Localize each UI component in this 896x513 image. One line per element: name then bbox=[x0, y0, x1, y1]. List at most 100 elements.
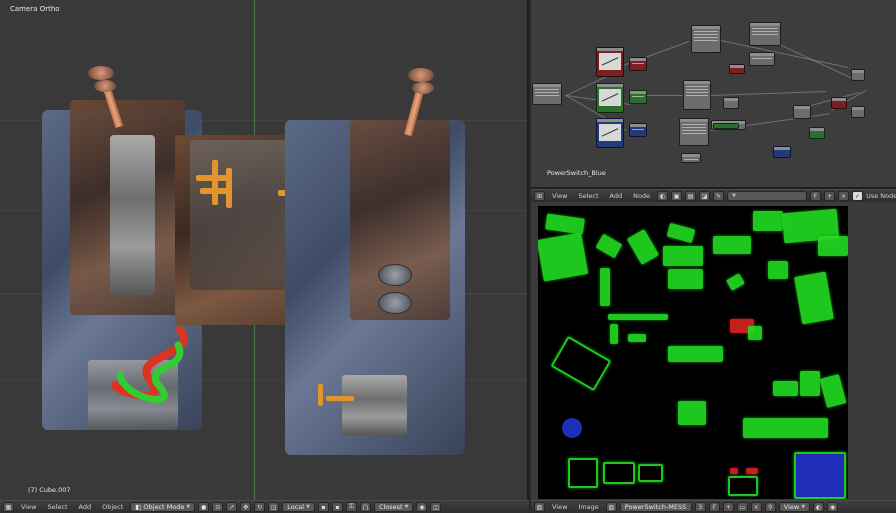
menu-image[interactable]: Image bbox=[574, 503, 602, 511]
editor-type-node-icon[interactable]: ⊞ bbox=[534, 191, 545, 201]
chevron-down-icon: ▼ bbox=[801, 504, 806, 510]
image-browse-icon[interactable]: ▨ bbox=[605, 502, 617, 512]
active-object-label: (7) Cube.007 bbox=[28, 486, 71, 494]
uv-island bbox=[568, 458, 598, 488]
scale-icon[interactable]: ◲ bbox=[268, 502, 280, 512]
rotate-icon[interactable]: ↻ bbox=[254, 502, 266, 512]
display-channels-icon[interactable]: ◐ bbox=[813, 502, 825, 512]
close-icon[interactable]: × bbox=[750, 502, 762, 512]
viewport-header: ▦ View Select Add Object ◧ Object Mode ▼ ●… bbox=[0, 500, 529, 513]
users-icon[interactable]: 3 bbox=[694, 502, 706, 512]
menu-select[interactable]: Select bbox=[574, 192, 602, 200]
node-image-red[interactable] bbox=[596, 47, 624, 77]
right-knob-bottom bbox=[378, 292, 412, 314]
node-tree-select[interactable]: ▼ bbox=[727, 191, 808, 201]
shading-icon[interactable]: ● bbox=[198, 502, 210, 512]
orange-wire bbox=[318, 384, 323, 406]
uv-island bbox=[550, 335, 612, 392]
menu-add[interactable]: Add bbox=[606, 192, 627, 200]
uv-image-canvas[interactable] bbox=[538, 206, 848, 499]
close-icon[interactable]: × bbox=[838, 191, 850, 201]
uv-island bbox=[794, 452, 846, 499]
node-color-red[interactable] bbox=[729, 64, 745, 74]
node-image-blue[interactable] bbox=[596, 118, 624, 148]
uv-island bbox=[600, 268, 610, 306]
node-output-green[interactable] bbox=[713, 123, 739, 129]
editor-type-image-icon[interactable]: ▧ bbox=[534, 502, 545, 512]
use-nodes-label: Use Nodes bbox=[866, 192, 896, 200]
node-math[interactable] bbox=[749, 22, 781, 46]
node-wire bbox=[770, 40, 853, 79]
node-math[interactable] bbox=[683, 80, 711, 110]
node-value[interactable] bbox=[793, 105, 811, 119]
uv-island bbox=[678, 401, 706, 425]
editor-type-3d-icon[interactable]: ▦ bbox=[3, 502, 14, 512]
node-value[interactable] bbox=[749, 52, 775, 66]
render-icon[interactable]: ◉ bbox=[416, 502, 428, 512]
menu-add[interactable]: Add bbox=[75, 503, 96, 511]
node-value[interactable] bbox=[723, 97, 739, 109]
node-mix-blue[interactable] bbox=[629, 123, 647, 137]
node-math[interactable] bbox=[679, 118, 709, 146]
node-mix-green[interactable] bbox=[629, 90, 647, 104]
magnet-icon[interactable]: ⋂ bbox=[359, 502, 371, 512]
image-editor[interactable]: ⊞ View Select Add Node ◐ ▣ ▤ ◪ ✎ ▼ F + ×… bbox=[531, 189, 896, 500]
add-icon[interactable]: + bbox=[722, 502, 734, 512]
cable-loops bbox=[111, 326, 188, 403]
uv-island bbox=[668, 269, 703, 289]
mode-select[interactable]: ◧ Object Mode ▼ bbox=[130, 502, 196, 512]
image-name-field[interactable]: PowerSwitch-MESS bbox=[619, 502, 692, 512]
node-value[interactable] bbox=[681, 153, 701, 163]
node-color-blue[interactable] bbox=[773, 146, 791, 158]
uv-island bbox=[748, 326, 762, 340]
node-input[interactable] bbox=[532, 83, 562, 105]
menu-object[interactable]: Object bbox=[98, 503, 127, 511]
menu-view[interactable]: View bbox=[548, 192, 571, 200]
fake-user-icon[interactable]: F bbox=[708, 502, 720, 512]
lock-icon[interactable]: ⚿ bbox=[345, 502, 357, 512]
pivot-icon[interactable]: ⊙ bbox=[212, 502, 224, 512]
insulator-right bbox=[412, 82, 434, 94]
shader-icon[interactable]: ◐ bbox=[657, 191, 669, 201]
uv-island bbox=[595, 233, 623, 259]
color-picker-icon[interactable]: ✎ bbox=[713, 191, 725, 201]
uv-island bbox=[610, 324, 618, 344]
uv-island-blue bbox=[562, 418, 582, 438]
insulator-left bbox=[94, 80, 116, 92]
node-math[interactable] bbox=[691, 25, 721, 53]
translate-icon[interactable]: ✥ bbox=[240, 502, 252, 512]
uv-island bbox=[638, 464, 663, 482]
node-editor[interactable]: PowerSwitch_Blue bbox=[531, 0, 896, 187]
layers-icon[interactable]: ▪ bbox=[317, 502, 329, 512]
node-output[interactable] bbox=[851, 106, 865, 118]
snap-target-select[interactable]: Closest ▼ bbox=[373, 502, 414, 512]
fake-user-icon[interactable]: F bbox=[810, 191, 822, 201]
backdrop-icon[interactable]: ◪ bbox=[699, 191, 711, 201]
node-color-red[interactable] bbox=[831, 97, 847, 109]
add-icon[interactable]: + bbox=[824, 191, 836, 201]
render-icon[interactable]: ◉ bbox=[827, 502, 839, 512]
compositor-icon[interactable]: ▣ bbox=[671, 191, 683, 201]
node-output[interactable] bbox=[851, 69, 865, 81]
uv-island bbox=[603, 462, 635, 484]
menu-view[interactable]: View bbox=[17, 503, 40, 511]
view-mode-select[interactable]: View ▼ bbox=[778, 502, 811, 512]
node-image-green[interactable] bbox=[596, 83, 624, 113]
3d-viewport[interactable]: Camera Ortho (7) Cube.007 bbox=[0, 0, 529, 500]
texture-icon[interactable]: ▤ bbox=[685, 191, 697, 201]
menu-node[interactable]: Node bbox=[629, 192, 654, 200]
node-tree-label: PowerSwitch_Blue bbox=[547, 169, 606, 177]
manipulator-icon[interactable]: ↗ bbox=[226, 502, 238, 512]
open-icon[interactable]: ▭ bbox=[736, 502, 748, 512]
orientation-select[interactable]: Local ▼ bbox=[282, 502, 315, 512]
menu-select[interactable]: Select bbox=[43, 503, 71, 511]
node-mix-red[interactable] bbox=[629, 57, 647, 71]
layers-icon[interactable]: ▪ bbox=[331, 502, 343, 512]
checkbox-icon[interactable]: ✓ bbox=[852, 191, 864, 201]
pin-icon[interactable]: ⚲ bbox=[764, 502, 776, 512]
node-color-green[interactable] bbox=[809, 127, 825, 139]
camera-icon[interactable]: ◫ bbox=[430, 502, 442, 512]
uv-island bbox=[818, 236, 848, 256]
menu-view[interactable]: View bbox=[548, 503, 571, 511]
left-steel-housing bbox=[110, 135, 155, 295]
